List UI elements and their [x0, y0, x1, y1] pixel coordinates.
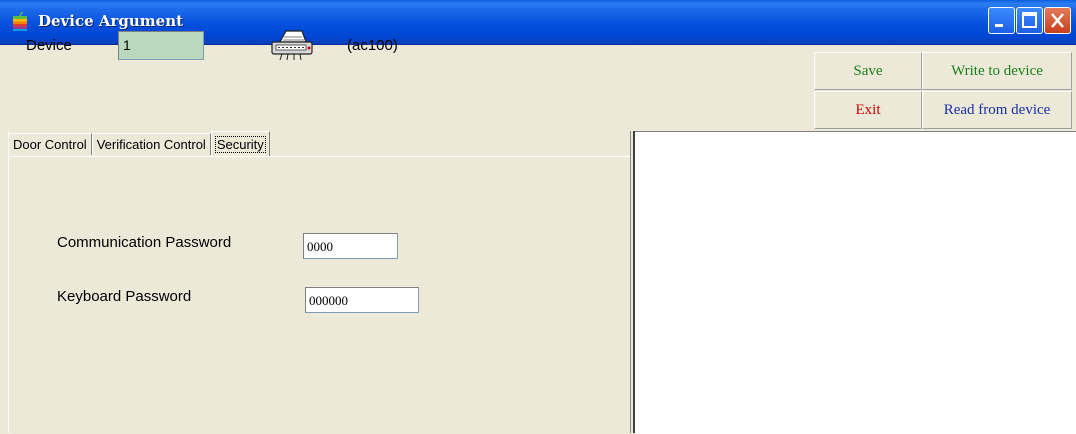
- keyboard-password-input[interactable]: 000000: [305, 287, 419, 313]
- device-model: (ac100): [347, 37, 398, 54]
- minimize-button[interactable]: [988, 7, 1015, 34]
- device-label: Device: [26, 37, 72, 54]
- tab-verification-control[interactable]: Verification Control: [91, 133, 211, 155]
- keyboard-password-label: Keyboard Password: [57, 288, 192, 305]
- output-panel: [635, 131, 1076, 434]
- maximize-button[interactable]: [1016, 7, 1043, 34]
- tab-door-control[interactable]: Door Control: [8, 133, 92, 155]
- minimize-icon: [995, 24, 1003, 27]
- tab-security-label: Security: [214, 136, 266, 153]
- device-terminal-icon: [271, 30, 313, 61]
- window-title: Device Argument: [38, 12, 184, 30]
- exit-button[interactable]: Exit: [814, 91, 922, 129]
- communication-password-label: Communication Password: [57, 234, 232, 251]
- communication-password-input[interactable]: 0000: [303, 233, 398, 259]
- tab-strip: Door Control Verification Control Securi…: [8, 131, 270, 157]
- save-button[interactable]: Save: [814, 52, 922, 90]
- close-icon: [1051, 13, 1064, 28]
- close-button[interactable]: [1044, 7, 1071, 34]
- tab-security[interactable]: Security: [210, 131, 270, 156]
- read-from-device-button[interactable]: Read from device: [922, 91, 1072, 129]
- write-to-device-button[interactable]: Write to device: [922, 52, 1072, 90]
- device-input[interactable]: 1: [118, 31, 204, 60]
- maximize-icon: [1022, 12, 1037, 28]
- apple-logo-icon: [13, 12, 27, 31]
